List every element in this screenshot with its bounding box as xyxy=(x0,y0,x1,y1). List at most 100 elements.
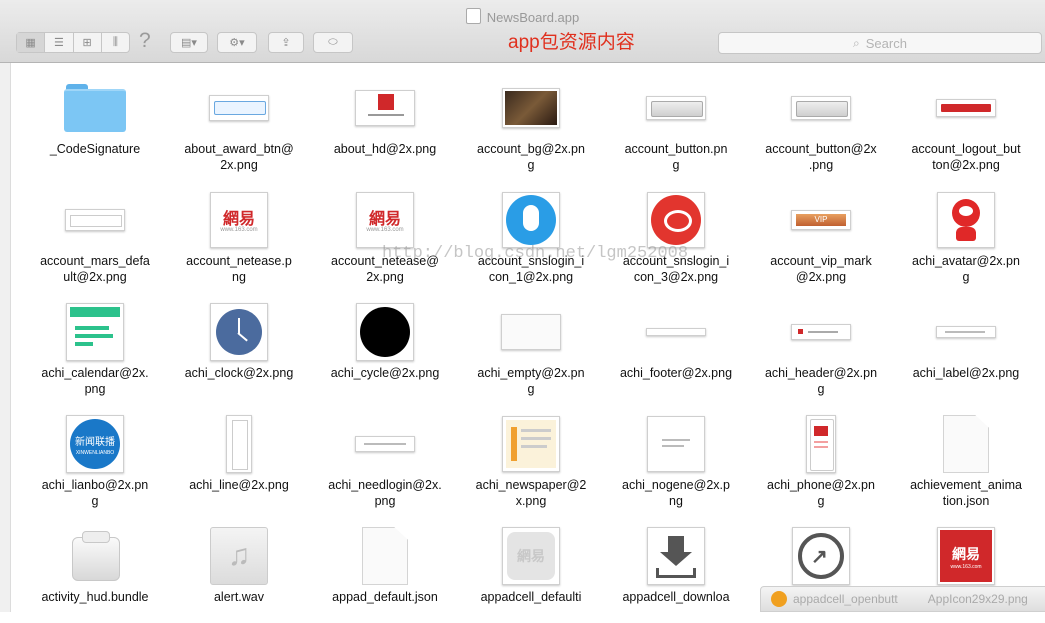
file-item[interactable]: account_button@2x .png xyxy=(748,63,894,175)
file-thumbnail xyxy=(458,413,604,475)
file-name: achi_header@2x.pn g xyxy=(764,366,878,396)
file-thumbnail xyxy=(603,77,749,139)
file-item[interactable]: 網易 appadcell_defaulti xyxy=(458,511,604,623)
file-name: alert.wav xyxy=(213,590,265,604)
coverflow-view-button[interactable]: ⫼ xyxy=(102,33,129,52)
file-thumbnail xyxy=(748,413,894,475)
file-item[interactable]: achi_label@2x.png xyxy=(893,287,1039,399)
file-icon-grid: _CodeSignature about_award_btn@ 2x.png abo… xyxy=(0,63,1045,612)
file-item[interactable]: account_logout_but ton@2x.png xyxy=(893,63,1039,175)
file-item[interactable]: achi_cycle@2x.png xyxy=(312,287,458,399)
search-field[interactable]: ⌕ Search xyxy=(718,32,1042,54)
file-thumbnail: 網易 www.163.com xyxy=(312,189,458,251)
file-item[interactable]: VIP account_vip_mark @2x.png xyxy=(748,175,894,287)
file-item[interactable]: achi_phone@2x.pn g xyxy=(748,399,894,511)
notification-bar: appadcell_openbutt AppIcon29x29.png xyxy=(760,586,1045,612)
column-view-button[interactable]: ⊞ xyxy=(74,33,102,52)
file-item[interactable]: achi_line@2x.png xyxy=(166,399,312,511)
file-thumbnail xyxy=(458,301,604,363)
file-item[interactable]: achievement_anima tion.json xyxy=(893,399,1039,511)
list-view-button[interactable]: ☰ xyxy=(45,33,74,52)
file-name: achi_phone@2x.pn g xyxy=(767,478,875,508)
document-icon xyxy=(362,527,408,585)
file-thumbnail xyxy=(312,413,458,475)
document-icon xyxy=(943,415,989,473)
file-name: activity_hud.bundle xyxy=(41,590,149,604)
file-thumbnail xyxy=(603,413,749,475)
file-thumbnail: VIP xyxy=(748,189,894,251)
lianbo-text: 新闻联播 xyxy=(75,437,115,448)
arrange-button[interactable]: ▤▾ xyxy=(170,32,208,53)
file-item[interactable]: ♫ alert.wav xyxy=(166,511,312,623)
file-item[interactable]: 網易 www.163.com account_netease.p ng xyxy=(166,175,312,287)
file-item[interactable]: achi_empty@2x.pn g xyxy=(458,287,604,399)
file-thumbnail xyxy=(458,77,604,139)
file-thumbnail: ↗ xyxy=(748,525,894,587)
file-item[interactable]: account_snslogin_i con_3@2x.png xyxy=(603,175,749,287)
file-item[interactable]: account_snslogin_i con_1@2x.png xyxy=(458,175,604,287)
file-item[interactable]: achi_calendar@2x. png xyxy=(22,287,168,399)
file-item[interactable]: appad_default.json xyxy=(312,511,458,623)
tag-button[interactable]: ⬭ xyxy=(313,32,353,53)
file-item[interactable]: achi_newspaper@2 x.png xyxy=(458,399,604,511)
file-item[interactable]: achi_avatar@2x.pn g xyxy=(893,175,1039,287)
file-item[interactable]: achi_header@2x.pn g xyxy=(748,287,894,399)
file-item[interactable]: account_button.pn g xyxy=(603,63,749,175)
file-thumbnail xyxy=(748,301,894,363)
file-thumbnail xyxy=(748,77,894,139)
view-mode-segmented[interactable]: ▦ ☰ ⊞ ⫼ xyxy=(16,32,130,53)
file-thumbnail xyxy=(893,413,1039,475)
annotation-text: app包资源内容 xyxy=(508,32,635,53)
notification-icon xyxy=(771,591,787,607)
file-item[interactable]: 網易 www.163.com account_netease@ 2x.png xyxy=(312,175,458,287)
file-item[interactable]: 新闻联播 XINWENLIANBO achi_lianbo@2x.pn g xyxy=(22,399,168,511)
file-thumbnail xyxy=(22,77,168,139)
window-title-text: NewsBoard.app xyxy=(486,10,580,25)
file-thumbnail xyxy=(312,77,458,139)
file-thumbnail xyxy=(893,77,1039,139)
file-name: about_hd@2x.png xyxy=(333,142,437,156)
file-name: account_logout_but ton@2x.png xyxy=(911,142,1021,172)
file-thumbnail xyxy=(166,77,312,139)
file-name: achi_lianbo@2x.pn g xyxy=(41,478,149,508)
file-thumbnail: 網易 xyxy=(458,525,604,587)
share-button[interactable]: ⇪ xyxy=(268,32,304,53)
file-item[interactable]: achi_nogene@2x.p ng xyxy=(603,399,749,511)
action-gear-button[interactable]: ⚙▾ xyxy=(217,32,257,53)
file-thumbnail xyxy=(458,189,604,251)
file-thumbnail xyxy=(312,525,458,587)
file-name: appadcell_defaulti xyxy=(480,590,582,604)
file-thumbnail xyxy=(166,413,312,475)
file-item[interactable]: achi_needlogin@2x. png xyxy=(312,399,458,511)
file-name: account_bg@2x.pn g xyxy=(477,142,585,172)
icon-view-button[interactable]: ▦ xyxy=(17,33,46,52)
file-item[interactable]: activity_hud.bundle xyxy=(22,511,168,623)
file-item[interactable]: account_bg@2x.pn g xyxy=(458,63,604,175)
file-item[interactable]: achi_footer@2x.png xyxy=(603,287,749,399)
file-name: achi_label@2x.png xyxy=(912,366,1020,380)
watermark: http://blog.csdn.net/lgm252008 xyxy=(382,244,689,263)
folder-icon xyxy=(64,84,126,132)
file-name: achi_line@2x.png xyxy=(189,478,289,492)
file-item[interactable]: about_hd@2x.png xyxy=(312,63,458,175)
window-title: NewsBoard.app xyxy=(0,8,1045,25)
file-name: account_netease.p ng xyxy=(186,254,292,284)
file-item[interactable]: _CodeSignature xyxy=(22,63,168,175)
file-item[interactable]: account_mars_defa ult@2x.png xyxy=(22,175,168,287)
file-name: achievement_anima tion.json xyxy=(910,478,1022,508)
file-thumbnail xyxy=(312,301,458,363)
file-name: achi_newspaper@2 x.png xyxy=(475,478,587,508)
file-name: account_mars_defa ult@2x.png xyxy=(40,254,150,284)
file-name: achi_nogene@2x.p ng xyxy=(622,478,730,508)
file-item[interactable]: appadcell_downloa xyxy=(603,511,749,623)
file-name: achi_cycle@2x.png xyxy=(330,366,440,380)
notification-left-text: appadcell_openbutt xyxy=(793,592,898,606)
file-item[interactable]: achi_clock@2x.png xyxy=(166,287,312,399)
help-icon[interactable]: ? xyxy=(139,29,151,53)
file-name: achi_empty@2x.pn g xyxy=(477,366,585,396)
window-titlebar: NewsBoard.app ▦ ☰ ⊞ ⫼ ? ▤▾ ⚙▾ ⇪ ⬭ app包资源… xyxy=(0,0,1045,63)
file-thumbnail xyxy=(603,525,749,587)
file-item[interactable]: about_award_btn@ 2x.png xyxy=(166,63,312,175)
file-thumbnail: 新闻联播 XINWENLIANBO xyxy=(22,413,168,475)
file-name: achi_calendar@2x. png xyxy=(41,366,149,396)
